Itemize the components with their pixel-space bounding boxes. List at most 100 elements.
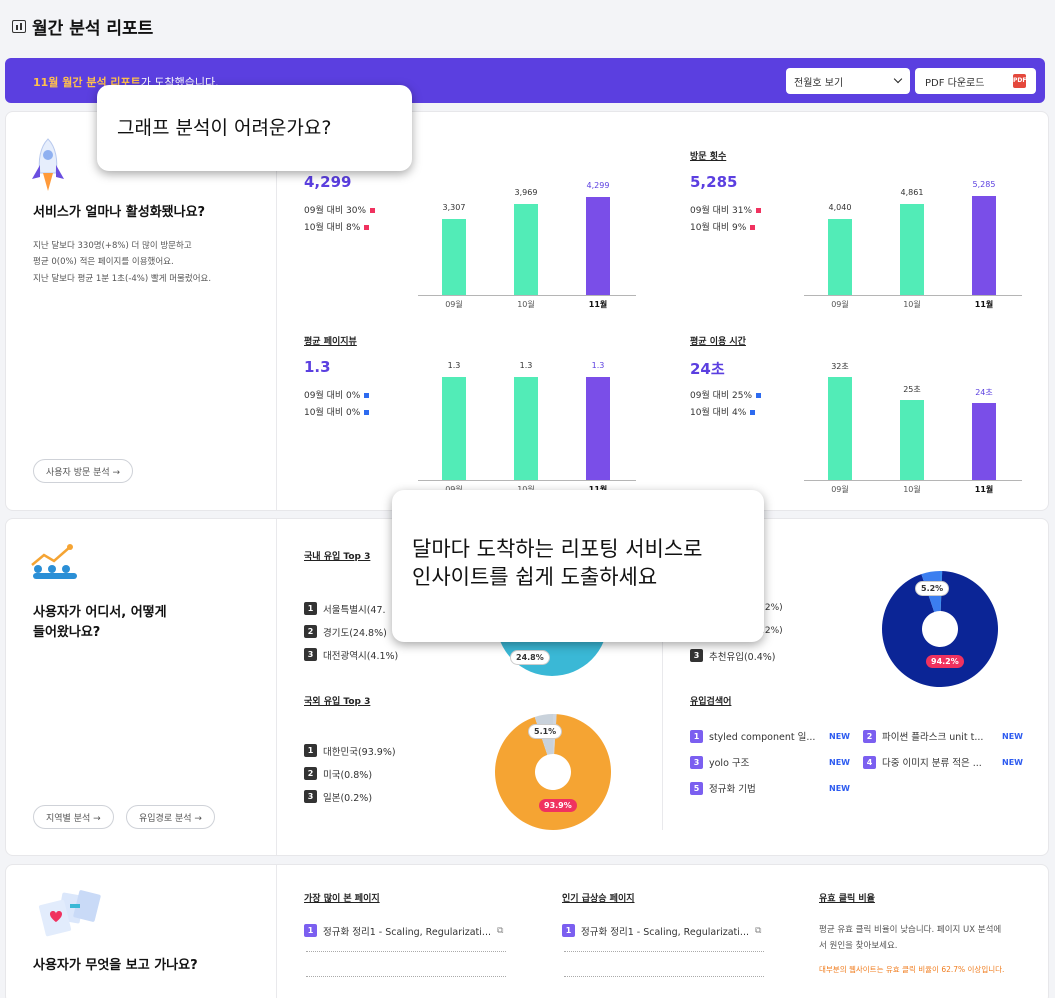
- x-tick-label: 10월: [903, 300, 921, 309]
- page-preview: [306, 976, 506, 978]
- channel-list: 3 추천유입(0.4%): [690, 644, 776, 667]
- bar-value-label: 3,307: [442, 203, 466, 213]
- metric-label: 평균 이용 시간: [690, 337, 746, 347]
- bar-value-label: 5,285: [972, 180, 996, 190]
- metric-compare: 10월 대비 0%: [304, 405, 370, 422]
- bar-value-label: 3,969: [514, 188, 538, 198]
- bar-value-label: 25초: [903, 384, 921, 394]
- bar-value-label: 24초: [975, 387, 993, 397]
- bar-value-label: 1.3: [519, 361, 533, 370]
- divider: [276, 865, 277, 998]
- trend-dot: [364, 410, 370, 415]
- metric-compare: 09월 대비 25%: [690, 388, 762, 405]
- chart-baseline: [804, 480, 1022, 481]
- keyword-item[interactable]: 5 정규화 기법 NEW: [690, 776, 850, 800]
- chart-bar: [828, 219, 852, 295]
- month-select[interactable]: 전월호 보기: [786, 68, 910, 94]
- region-analysis-button[interactable]: 지역별 분석 →: [33, 805, 114, 829]
- chevron-down-icon: [893, 74, 903, 84]
- rising-pages-label: 인기 급상승 페이지: [562, 894, 635, 904]
- keyword-item[interactable]: 2 파이썬 플라스크 unit t... NEW: [863, 724, 1023, 748]
- top-pages-label: 가장 많이 본 페이지: [304, 894, 380, 904]
- chart-bar: [900, 203, 924, 295]
- list-item: 2 경기도(24.8%): [304, 620, 398, 643]
- foreign-label: 국외 유입 Top 3: [304, 697, 371, 707]
- domestic-pie-tag: 24.8%: [510, 650, 550, 665]
- divider: [276, 519, 277, 855]
- tooltip-graph: 그래프 분석이 어려운가요?: [97, 85, 412, 171]
- metric-value: 24초: [690, 360, 725, 378]
- metric-label: 방문 횟수: [690, 152, 727, 162]
- list-item: 3 일본(0.2%): [304, 785, 396, 808]
- bar-value-label: 4,299: [586, 180, 610, 190]
- bar-value-label: 4,040: [828, 203, 852, 213]
- x-tick-label: 09월: [831, 485, 849, 494]
- chart-bar: [514, 377, 538, 480]
- divider: [276, 112, 277, 510]
- valid-click-desc: 평균 유효 클릭 비율이 낮습니다. 페이지 UX 분석에 서 원인을 찾아보세…: [819, 925, 1002, 951]
- x-tick-label: 11월: [974, 300, 994, 309]
- section3-heading: 사용자가 무엇을 보고 가나요?: [33, 958, 198, 973]
- pdf-download-button[interactable]: PDF 다운로드 PDF: [915, 68, 1036, 94]
- x-tick-label: 11월: [588, 300, 608, 309]
- section1-heading: 서비스가 얼마나 활성화됐나요?: [33, 205, 206, 220]
- channel-small-tag: 5.2%: [915, 581, 950, 596]
- foreign-small-tag: 5.1%: [528, 724, 563, 739]
- page-preview: [564, 951, 764, 953]
- external-link-icon: ⧉: [496, 925, 504, 936]
- domestic-label: 국내 유입 Top 3: [304, 552, 371, 562]
- metric-compare: 10월 대비 8%: [304, 220, 370, 237]
- keyword-item[interactable]: 1 styled component 일... NEW: [690, 724, 850, 748]
- visit-analysis-button[interactable]: 사용자 방문 분석 →: [33, 459, 134, 483]
- bar-value-label: 32초: [831, 362, 849, 371]
- trend-people-icon: [31, 544, 77, 579]
- metric-value: 1.3: [304, 358, 331, 376]
- keywords-label: 유입검색어: [690, 697, 732, 707]
- pdf-icon: PDF: [1013, 74, 1026, 88]
- trend-dot: [756, 208, 762, 213]
- top-page-item[interactable]: 1 정규화 정리1 - Scaling, Regularizati... ⧉: [304, 919, 503, 942]
- bar-value-label: 1.3: [591, 361, 605, 370]
- metric-compare: 10월 대비 9%: [690, 220, 756, 237]
- metric-compare: 09월 대비 0%: [304, 388, 370, 405]
- metric-label: 평균 페이지뷰: [304, 337, 357, 347]
- chart-bar: [514, 204, 538, 295]
- x-tick-label: 09월: [445, 300, 463, 309]
- list-item: 3 대전광역시(4.1%): [304, 643, 398, 666]
- metric-compare: 10월 대비 4%: [690, 405, 756, 422]
- chart-baseline: [804, 295, 1022, 296]
- channel-analysis-button[interactable]: 유입경로 분석 →: [126, 805, 215, 829]
- keyword-item[interactable]: 3 yolo 구조 NEW: [690, 750, 850, 774]
- channel-main-tag: 94.2%: [926, 655, 964, 668]
- list-item: 1 서울특별시(47.: [304, 597, 398, 620]
- rocket-icon: [32, 138, 64, 191]
- bar-value-label: 4,861: [900, 187, 924, 197]
- chart-bar: [972, 196, 996, 295]
- x-tick-label: 09월: [831, 300, 849, 309]
- page-title: 월간 분석 리포트: [12, 14, 153, 39]
- chart-bar: [442, 219, 466, 295]
- channel-partial-1: .2%): [762, 603, 783, 613]
- valid-click-label: 유효 클릭 비율: [819, 894, 875, 904]
- chart-bar: [586, 196, 610, 295]
- metric-compare: 09월 대비 30%: [304, 203, 376, 220]
- x-tick-label: 11월: [974, 485, 994, 494]
- list-item: 3 추천유입(0.4%): [690, 644, 776, 667]
- metric-compare: 09월 대비 31%: [690, 203, 762, 220]
- chart-bar: [442, 377, 466, 480]
- trend-dot: [364, 225, 370, 230]
- keyword-item[interactable]: 4 다중 이미지 분류 적은 ... NEW: [863, 750, 1023, 774]
- external-link-icon: ⧉: [754, 925, 762, 936]
- section2-heading: 사용자가 어디서, 어떻게 들어왔나요?: [33, 605, 167, 640]
- tooltip-service: 달마다 도착하는 리포팅 서비스로 인사이트를 쉽게 도출하세요: [392, 490, 764, 642]
- list-item: 2 미국(0.8%): [304, 762, 396, 785]
- section1-desc: 지난 달보다 330명(+8%) 더 많이 방문하고 평균 0(0%) 적은 페…: [33, 241, 212, 284]
- metric-value: 4,299: [304, 173, 352, 191]
- rising-page-item[interactable]: 1 정규화 정리1 - Scaling, Regularizati... ⧉: [562, 919, 761, 942]
- trend-dot: [370, 208, 376, 213]
- page-preview: [306, 951, 506, 953]
- list-item: 1 대한민국(93.9%): [304, 739, 396, 762]
- chart-icon: [12, 20, 26, 33]
- documents-icon: [38, 890, 101, 937]
- bar-value-label: 1.3: [447, 361, 461, 370]
